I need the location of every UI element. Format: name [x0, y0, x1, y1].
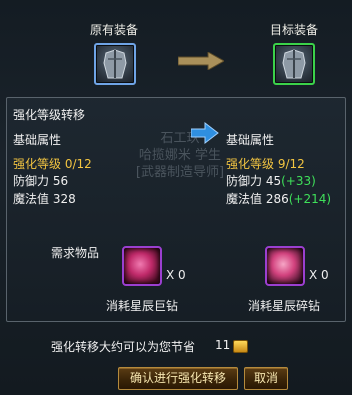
- giant-diamond-name: 消耗星辰巨钻: [105, 299, 178, 313]
- left-defense-value: 56: [52, 174, 69, 188]
- coin-icon: [233, 340, 248, 353]
- cancel-button[interactable]: 取消: [244, 367, 288, 390]
- left-section-title: 基础属性: [13, 133, 62, 147]
- left-level-row: 强化等级 0/12: [13, 155, 92, 172]
- confirm-transfer-button[interactable]: 确认进行强化转移: [118, 367, 238, 390]
- right-defense-value: 45: [265, 174, 282, 188]
- left-magic-value: 328: [52, 192, 76, 206]
- stat-arrow-icon: [190, 121, 219, 147]
- giant-diamond-count: X 0: [166, 268, 186, 282]
- right-level-value: 9/12: [277, 157, 305, 171]
- right-section-title: 基础属性: [226, 133, 275, 147]
- savings-value: 11: [215, 338, 231, 352]
- left-level-value: 0/12: [64, 157, 92, 171]
- armor-icon: [103, 49, 127, 79]
- star-giant-diamond-icon[interactable]: [122, 246, 162, 286]
- original-equipment-slot[interactable]: [94, 43, 136, 85]
- right-defense-row: 防御力 45(+33): [226, 172, 316, 189]
- panel-title: 强化等级转移: [13, 108, 86, 122]
- right-magic-value: 286: [265, 192, 289, 206]
- right-defense-delta: (+33): [281, 174, 316, 188]
- savings-text: 强化转移大约可以为您节省: [51, 340, 196, 354]
- original-equipment-label: 原有装备: [89, 23, 138, 37]
- transfer-arrow-icon: [177, 51, 226, 71]
- left-magic-row: 魔法值 328: [13, 190, 76, 207]
- right-magic-delta: (+214): [288, 192, 332, 206]
- transfer-window: 原有装备 目标装备 强化等级转移 石工玖 哈揽娜米 学生 [武器制造导师] 基础…: [0, 0, 352, 395]
- target-equipment-slot[interactable]: [273, 43, 315, 85]
- left-magic-label: 魔法值: [13, 192, 50, 206]
- shard-diamond-count: X 0: [309, 268, 329, 282]
- star-shard-diamond-icon[interactable]: [265, 246, 305, 286]
- right-level-row: 强化等级 9/12: [226, 155, 305, 172]
- left-defense-row: 防御力 56: [13, 172, 68, 189]
- right-defense-label: 防御力: [226, 174, 263, 188]
- left-level-label: 强化等级: [13, 157, 62, 171]
- shard-diamond-name: 消耗星辰碎钻: [247, 299, 320, 313]
- requirements-label: 需求物品: [51, 246, 100, 260]
- left-defense-label: 防御力: [13, 174, 50, 188]
- target-equipment-label: 目标装备: [269, 23, 318, 37]
- right-magic-label: 魔法值: [226, 192, 263, 206]
- armor-icon: [282, 49, 306, 79]
- transfer-panel: 强化等级转移 石工玖 哈揽娜米 学生 [武器制造导师] 基础属性 强化等级 0/…: [6, 97, 346, 322]
- right-magic-row: 魔法值 286(+214): [226, 190, 331, 207]
- right-level-label: 强化等级: [226, 157, 275, 171]
